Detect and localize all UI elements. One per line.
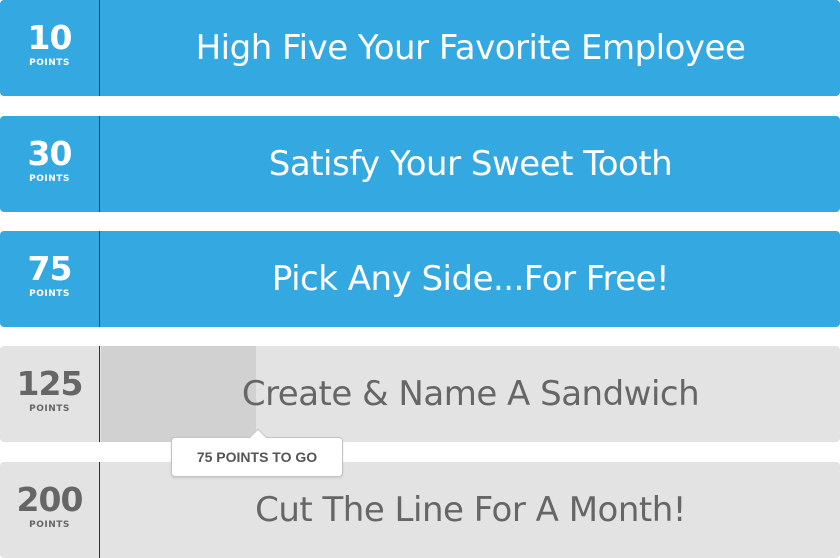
reward-title: Pick Any Side...For Free! xyxy=(271,259,670,299)
points-unit-label: POINTS xyxy=(29,289,70,299)
points-value: 75 xyxy=(27,249,73,288)
points-unit-label: POINTS xyxy=(29,520,70,530)
reward-title: Create & Name A Sandwich xyxy=(241,374,700,414)
points-value: 10 xyxy=(27,18,73,57)
points-unit-label: POINTS xyxy=(29,174,70,184)
reward-row-30[interactable]: 30 POINTS Satisfy Your Sweet Tooth xyxy=(0,116,840,212)
points-badge: 200 POINTS xyxy=(0,462,100,558)
reward-row-125[interactable]: 125 POINTS Create & Name A Sandwich xyxy=(0,346,840,442)
points-badge: 30 POINTS xyxy=(0,116,100,212)
points-unit-label: POINTS xyxy=(29,404,70,414)
points-to-go-tooltip: 75 POINTS TO GO xyxy=(171,428,343,477)
reward-row-75[interactable]: 75 POINTS Pick Any Side...For Free! xyxy=(0,231,840,327)
points-badge: 10 POINTS xyxy=(0,0,100,96)
rewards-list: 10 POINTS High Five Your Favorite Employ… xyxy=(0,0,840,558)
points-value: 30 xyxy=(27,134,73,173)
points-value: 125 xyxy=(16,364,84,403)
points-badge: 75 POINTS xyxy=(0,231,100,327)
reward-row-10[interactable]: 10 POINTS High Five Your Favorite Employ… xyxy=(0,0,840,96)
reward-title: High Five Your Favorite Employee xyxy=(195,28,746,68)
points-unit-label: POINTS xyxy=(29,58,70,68)
reward-row-200[interactable]: 200 POINTS Cut The Line For A Month! xyxy=(0,462,840,558)
reward-title: Satisfy Your Sweet Tooth xyxy=(268,144,673,184)
points-value: 200 xyxy=(16,480,84,519)
tooltip-text: 75 POINTS TO GO xyxy=(196,449,318,465)
points-badge: 125 POINTS xyxy=(0,346,100,442)
